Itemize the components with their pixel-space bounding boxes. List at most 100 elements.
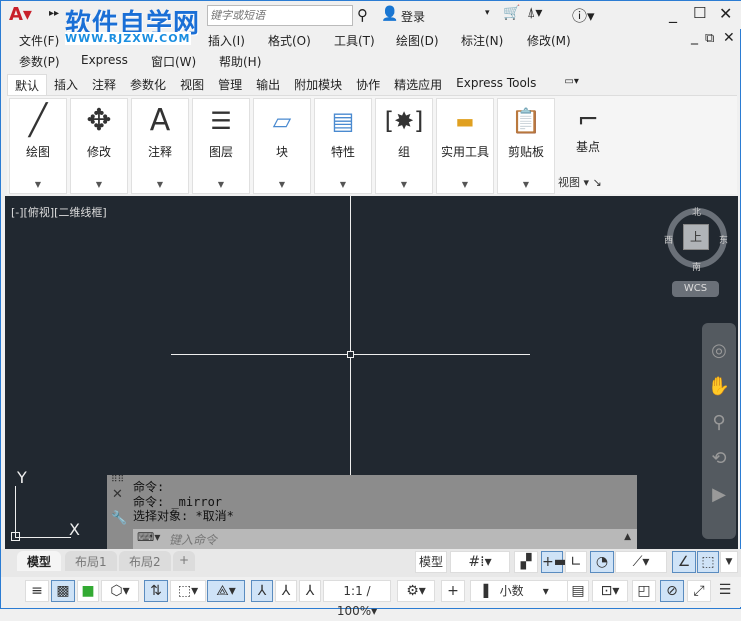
transparency-icon[interactable]: ⬚ [697,551,719,573]
menu-tools[interactable]: 工具(T) [334,32,375,49]
grid-snap-button[interactable]: #⁞▾ [450,551,510,573]
selection-filter-icon[interactable]: ⇅ [144,580,168,602]
lineweight-icon[interactable]: ∠ [672,551,696,573]
history-expand-icon[interactable]: ▲ [624,532,631,542]
compass-north[interactable]: 北 [692,205,701,218]
navigation-bar[interactable]: ◎ ✋ ⚲ ⟲ ▶ [702,323,736,539]
tab-express-tools[interactable]: Express Tools [449,74,543,95]
menu-help[interactable]: 帮助(H) [219,53,261,70]
tab-layout1[interactable]: 布局1 [65,551,117,571]
tab-layout2[interactable]: 布局2 [119,551,171,571]
compass-south[interactable]: 南 [692,260,701,273]
doc-close-button[interactable]: ✕ [723,30,735,46]
auto-scale-icon[interactable]: ⅄ [275,580,297,602]
dropdown-icon[interactable]: ▼ [315,180,371,189]
panel-draw[interactable]: ╱ 绘图 ▼ [9,98,67,194]
menu-express[interactable]: Express [81,53,128,67]
panel-clipboard[interactable]: 📋 剪贴板 ▼ [497,98,555,194]
tab-model[interactable]: 模型 [17,551,62,571]
viewcube-top[interactable]: 上 [683,224,709,250]
grip-icon[interactable]: ⠿⠿ [111,475,124,485]
model-space-button[interactable]: 模型 [415,551,447,573]
panel-block[interactable]: ▱ 块 ▼ [253,98,311,194]
help-icon[interactable]: ⓘ▾ [572,5,595,26]
viewport-controls[interactable]: [-][俯视][二维线框] [11,204,107,220]
basepoint-button[interactable]: 基点 [558,138,618,155]
annotation-scale-dropdown[interactable]: 1:1 / 100%▾ [323,580,391,618]
menu-draw[interactable]: 绘图(D) [396,32,439,49]
wrench-icon[interactable]: 🔧 [111,511,127,526]
hardware-acceleration-icon[interactable]: ⊘ [660,580,684,602]
doc-restore-button[interactable]: ⧉ [705,31,714,46]
panel-view[interactable]: ⌐ 基点 视图 ▾ ↘ [558,98,618,194]
customization-menu-icon[interactable]: ☰ [713,580,737,602]
dropdown-icon[interactable]: ▼ [498,180,554,189]
login-dropdown-icon[interactable]: ▾ [485,8,490,18]
3d-osnap-icon[interactable]: ■ [77,580,99,602]
menu-insert[interactable]: 插入(I) [208,32,245,49]
a360-icon[interactable]: ⍋▾ [527,5,542,21]
login-button[interactable]: 登录 [401,8,425,25]
tab-parametric[interactable]: 参数化 [123,74,173,95]
panel-annotation[interactable]: A 注释 ▼ [131,98,189,194]
annotation-scale-icon[interactable]: ⅄ [251,580,273,602]
autocad-logo-icon[interactable]: A▾ [9,4,32,25]
cart-icon[interactable]: 🛒 [503,5,520,21]
dropdown-icon[interactable]: ▼ [376,180,432,189]
pan-icon[interactable]: ✋ [702,369,736,405]
tab-collaborate[interactable]: 协作 [349,74,387,95]
search-input[interactable] [207,5,353,26]
infer-constraints-icon[interactable]: ▞ [514,551,538,573]
menu-dimension[interactable]: 标注(N) [461,32,503,49]
close-button[interactable]: ✕ [719,4,732,23]
customize-dropdown-icon[interactable]: ▼ [720,551,738,573]
menu-window[interactable]: 窗口(W) [151,53,196,70]
showmotion-icon[interactable]: ▶ [702,477,736,513]
selection-cycling-icon[interactable]: ▩ [51,580,75,602]
wcs-menu[interactable]: WCS [672,281,719,297]
dropdown-icon[interactable]: ▼ [132,180,188,189]
compass-west[interactable]: 西 [664,233,673,246]
object-snap-tracking-icon[interactable]: ⟋▾ [615,551,667,573]
tab-view[interactable]: 视图 [173,74,211,95]
tab-default[interactable]: 默认 [7,74,48,95]
panel-properties[interactable]: ▤ 特性 ▼ [314,98,372,194]
command-prompt-icon[interactable]: ⌨▾ [137,530,160,544]
annotation-icon[interactable]: ⅄ [299,580,321,602]
steering-wheel-icon[interactable]: ◎ [702,333,736,369]
quick-access-expand-icon[interactable]: ▸▸ [49,8,59,19]
tab-output[interactable]: 输出 [249,74,287,95]
close-icon[interactable]: ✕ [112,487,123,502]
ribbon-minimize-icon[interactable]: ▭▾ [557,74,585,95]
tab-featured-apps[interactable]: 精选应用 [387,74,449,95]
tab-manage[interactable]: 管理 [211,74,249,95]
polar-tracking-icon[interactable]: ◔ [590,551,614,573]
workspace-gear-icon[interactable]: ⚙▾ [397,580,435,602]
dropdown-icon[interactable]: ▼ [254,180,310,189]
add-layout-button[interactable]: + [173,551,196,571]
dropdown-icon[interactable]: ▼ [193,180,249,189]
command-line[interactable]: ⠿⠿ ✕ 🔧 命令: 命令: _mirror 选择对象: *取消* 键入命令 ⌨… [107,475,637,549]
panel-groups[interactable]: [✸] 组 ▼ [375,98,433,194]
annotation-visibility-icon[interactable]: ⟁▾ [207,580,245,602]
maximize-button[interactable]: ☐ [693,4,706,22]
menu-format[interactable]: 格式(O) [268,32,311,49]
zoom-icon[interactable]: ⚲ [702,405,736,441]
dropdown-icon[interactable]: ▼ [10,180,66,189]
menu-file[interactable]: 文件(F) [19,32,59,49]
tab-annotate[interactable]: 注释 [85,74,123,95]
search-icon[interactable]: ⚲ [357,6,368,24]
quick-properties-icon[interactable]: ▤ [567,580,589,602]
compass-east[interactable]: 东 [719,233,728,246]
dynamic-input-icon[interactable]: +▬ [541,551,567,573]
menu-modify[interactable]: 修改(M) [527,32,571,49]
isolate-objects-icon[interactable]: ◰ [632,580,656,602]
minimize-button[interactable]: _ [669,4,677,23]
menu-parametric[interactable]: 参数(P) [19,53,60,70]
annotation-monitor-icon[interactable]: + [441,580,465,602]
panel-utilities[interactable]: ▬ 实用工具 ▼ [436,98,494,194]
list-icon[interactable]: ≡ [25,580,49,602]
lock-ui-icon[interactable]: ⊡▾ [592,580,628,602]
panel-modify[interactable]: ✥ 修改 ▼ [70,98,128,194]
tab-insert[interactable]: 插入 [47,74,85,95]
